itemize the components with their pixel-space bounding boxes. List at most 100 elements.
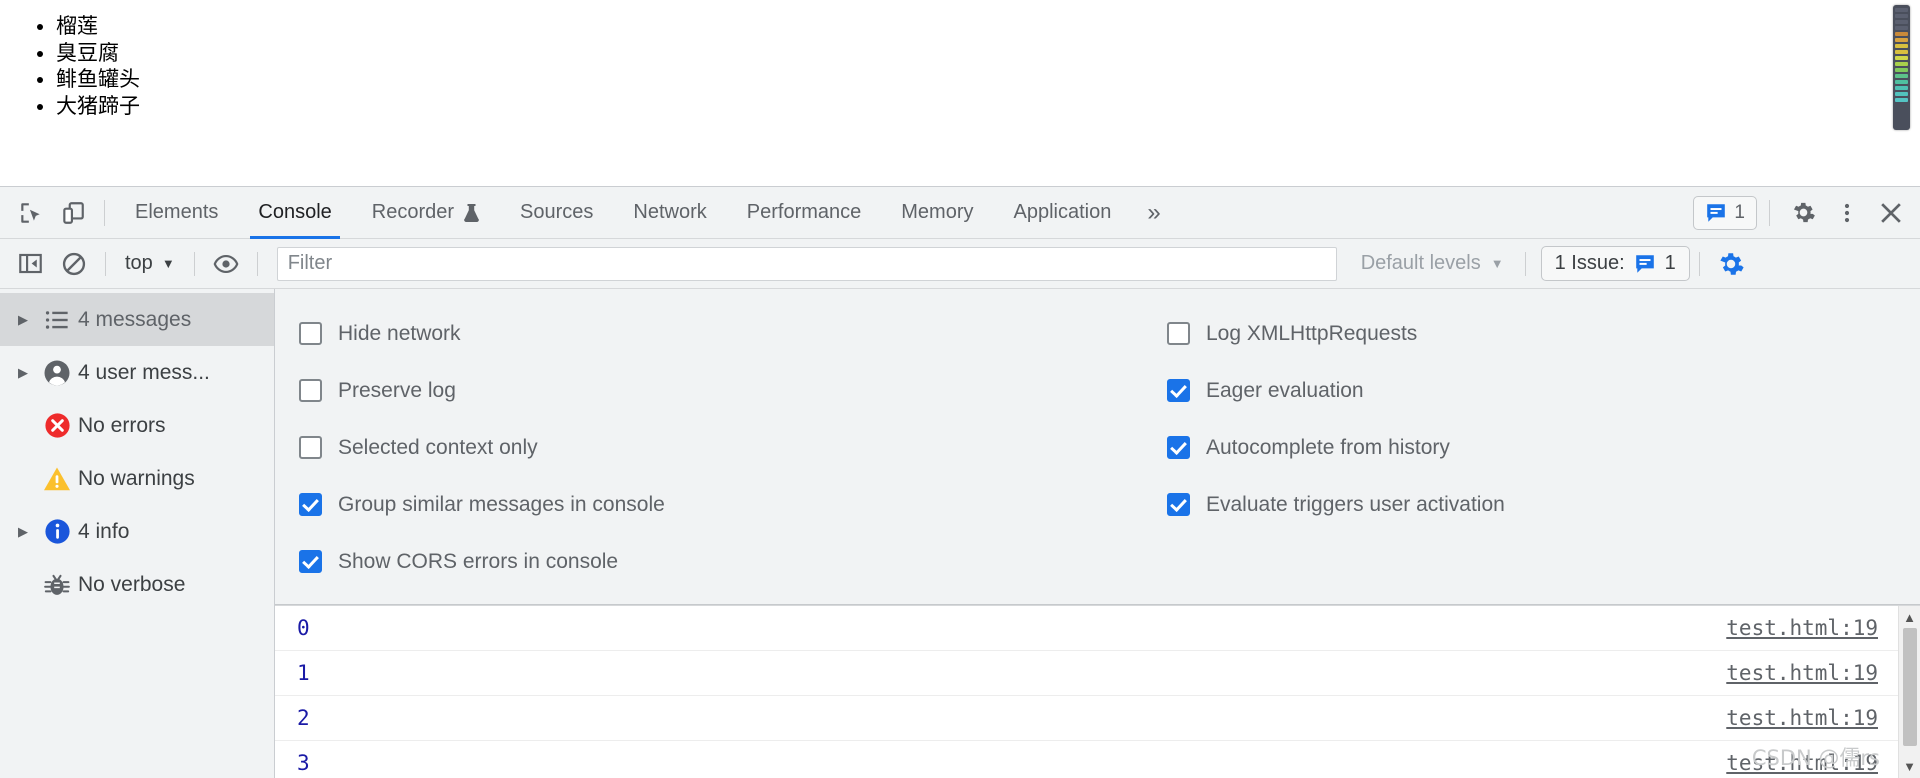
- log-source-link[interactable]: test.html:19: [1726, 661, 1878, 685]
- toolbar-divider: [1698, 251, 1700, 276]
- list-item: 臭豆腐: [56, 41, 1920, 67]
- expand-arrow-icon[interactable]: ▶: [10, 524, 36, 540]
- log-source-link[interactable]: test.html:19: [1726, 706, 1878, 730]
- expand-arrow-icon[interactable]: ▶: [10, 312, 36, 328]
- tab-elements[interactable]: Elements: [115, 187, 238, 239]
- setting-hide-network[interactable]: Hide network: [299, 305, 1085, 362]
- minimap-row: [1895, 62, 1908, 66]
- tab-label: Memory: [901, 201, 974, 223]
- checkbox[interactable]: [299, 322, 322, 345]
- minimap-row: [1895, 26, 1908, 30]
- setting-group-similar-messages[interactable]: Group similar messages in console: [299, 476, 1085, 533]
- list-icon: [36, 307, 78, 333]
- scroll-up-arrow-icon[interactable]: ▲: [1903, 606, 1916, 629]
- tab-label: Elements: [135, 201, 219, 223]
- scroll-down-arrow-icon[interactable]: ▼: [1903, 755, 1916, 778]
- tab-sources[interactable]: Sources: [500, 187, 613, 239]
- checkbox[interactable]: [1167, 379, 1190, 402]
- tab-console[interactable]: Console: [238, 187, 351, 239]
- console-sidebar-toggle-icon[interactable]: [8, 245, 52, 283]
- tab-label: Recorder: [371, 201, 455, 223]
- sidebar-item-verbose[interactable]: No verbose: [0, 558, 274, 611]
- checkbox[interactable]: [299, 550, 322, 573]
- tab-label: Console: [258, 201, 332, 223]
- tab-memory[interactable]: Memory: [881, 187, 993, 239]
- sidebar-item-messages[interactable]: ▶ 4 messages: [0, 293, 274, 346]
- list-item: 榴莲: [56, 14, 1920, 40]
- sidebar-item-info[interactable]: ▶ 4 info: [0, 505, 274, 558]
- checkbox[interactable]: [299, 493, 322, 516]
- tab-performance[interactable]: Performance: [727, 187, 882, 239]
- devtools-tabbar: Elements Console Recorder Sources Networ…: [0, 187, 1920, 239]
- checkbox[interactable]: [1167, 436, 1190, 459]
- toolbar-divider: [1524, 251, 1526, 276]
- checkbox[interactable]: [1167, 493, 1190, 516]
- minimap-row: [1895, 50, 1908, 54]
- toolbar-divider: [105, 251, 106, 276]
- sidebar-item-user-messages[interactable]: ▶ 4 user mess...: [0, 346, 274, 399]
- setting-autocomplete-from-history[interactable]: Autocomplete from history: [1167, 419, 1920, 476]
- expand-arrow-icon[interactable]: ▶: [10, 365, 36, 381]
- filter-input[interactable]: [276, 246, 1337, 281]
- more-options-icon[interactable]: [1826, 193, 1868, 233]
- console-log-row[interactable]: 1 test.html:19: [275, 651, 1920, 696]
- setting-selected-context-only[interactable]: Selected context only: [299, 419, 1085, 476]
- scrollbar-thumb[interactable]: [1902, 628, 1917, 746]
- log-source-link[interactable]: test.html:19: [1726, 616, 1878, 640]
- tab-recorder[interactable]: Recorder: [352, 187, 500, 239]
- setting-label: Hide network: [338, 321, 461, 345]
- issues-counter-button[interactable]: 1 Issue: 1: [1540, 246, 1690, 281]
- console-main: Hide network Preserve log Selected conte…: [275, 289, 1920, 778]
- minimap-row: [1895, 8, 1908, 12]
- checkbox[interactable]: [299, 436, 322, 459]
- settings-left-column: Hide network Preserve log Selected conte…: [275, 305, 1085, 590]
- toolbar-divider: [104, 199, 105, 226]
- issues-counter-label: 1 Issue:: [1554, 252, 1625, 274]
- checkbox[interactable]: [299, 379, 322, 402]
- tabbar-actions: 1: [1693, 193, 1912, 233]
- console-settings-gear-icon[interactable]: [1709, 245, 1753, 283]
- log-source-link[interactable]: test.html:19: [1726, 751, 1878, 775]
- inspect-element-icon[interactable]: [10, 193, 52, 233]
- live-expression-icon[interactable]: [204, 245, 248, 283]
- setting-eager-evaluation[interactable]: Eager evaluation: [1167, 362, 1920, 419]
- page-bullet-list: 榴莲 臭豆腐 鲱鱼罐头 大猪蹄子: [0, 0, 1920, 119]
- console-log-area: 0 test.html:19 1 test.html:19 2 test.htm…: [275, 605, 1920, 778]
- clear-console-icon[interactable]: [52, 245, 96, 283]
- console-log-row[interactable]: 0 test.html:19: [275, 606, 1920, 651]
- log-value: 2: [297, 706, 310, 730]
- more-tabs-chevron-icon[interactable]: »: [1131, 200, 1176, 225]
- execution-context-selector[interactable]: top ▼: [115, 248, 185, 279]
- setting-evaluate-triggers-user-activation[interactable]: Evaluate triggers user activation: [1167, 476, 1920, 533]
- setting-preserve-log[interactable]: Preserve log: [299, 362, 1085, 419]
- device-toolbar-icon[interactable]: [52, 193, 94, 233]
- settings-right-column: Log XMLHttpRequests Eager evaluation Aut…: [1085, 305, 1920, 590]
- sidebar-item-label: 4 info: [78, 519, 130, 543]
- tab-application[interactable]: Application: [994, 187, 1132, 239]
- setting-show-cors-errors[interactable]: Show CORS errors in console: [299, 533, 1085, 590]
- tab-network[interactable]: Network: [613, 187, 726, 239]
- toolbar-divider: [256, 251, 258, 276]
- console-log-row[interactable]: 3 test.html:19: [275, 741, 1920, 778]
- log-levels-selector[interactable]: Default levels ▼: [1349, 248, 1516, 279]
- page-scrollbar-minimap[interactable]: [1893, 5, 1910, 130]
- user-icon: [36, 358, 78, 388]
- console-log-row[interactable]: 2 test.html:19: [275, 696, 1920, 741]
- console-filter-toolbar: top ▼ Default levels ▼ 1 Issue: 1: [0, 239, 1920, 289]
- issue-message-icon: [1707, 203, 1726, 222]
- info-icon: [36, 517, 78, 546]
- issues-badge-button[interactable]: 1: [1693, 195, 1757, 230]
- list-item: 大猪蹄子: [56, 94, 1920, 120]
- minimap-row: [1895, 14, 1908, 18]
- screenshot-root: 榴莲 臭豆腐 鲱鱼罐头 大猪蹄子 Elements Console Record…: [0, 0, 1920, 778]
- issues-counter-count: 1: [1664, 252, 1676, 274]
- checkbox[interactable]: [1167, 322, 1190, 345]
- bug-icon: [36, 571, 78, 599]
- setting-log-xmlhttprequests[interactable]: Log XMLHttpRequests: [1167, 305, 1920, 362]
- sidebar-item-errors[interactable]: No errors: [0, 399, 274, 452]
- sidebar-item-warnings[interactable]: No warnings: [0, 452, 274, 505]
- console-log-scrollbar[interactable]: ▲ ▼: [1898, 606, 1920, 778]
- gear-icon[interactable]: [1782, 193, 1824, 233]
- sidebar-item-label: No errors: [78, 413, 166, 437]
- close-icon[interactable]: [1870, 193, 1912, 233]
